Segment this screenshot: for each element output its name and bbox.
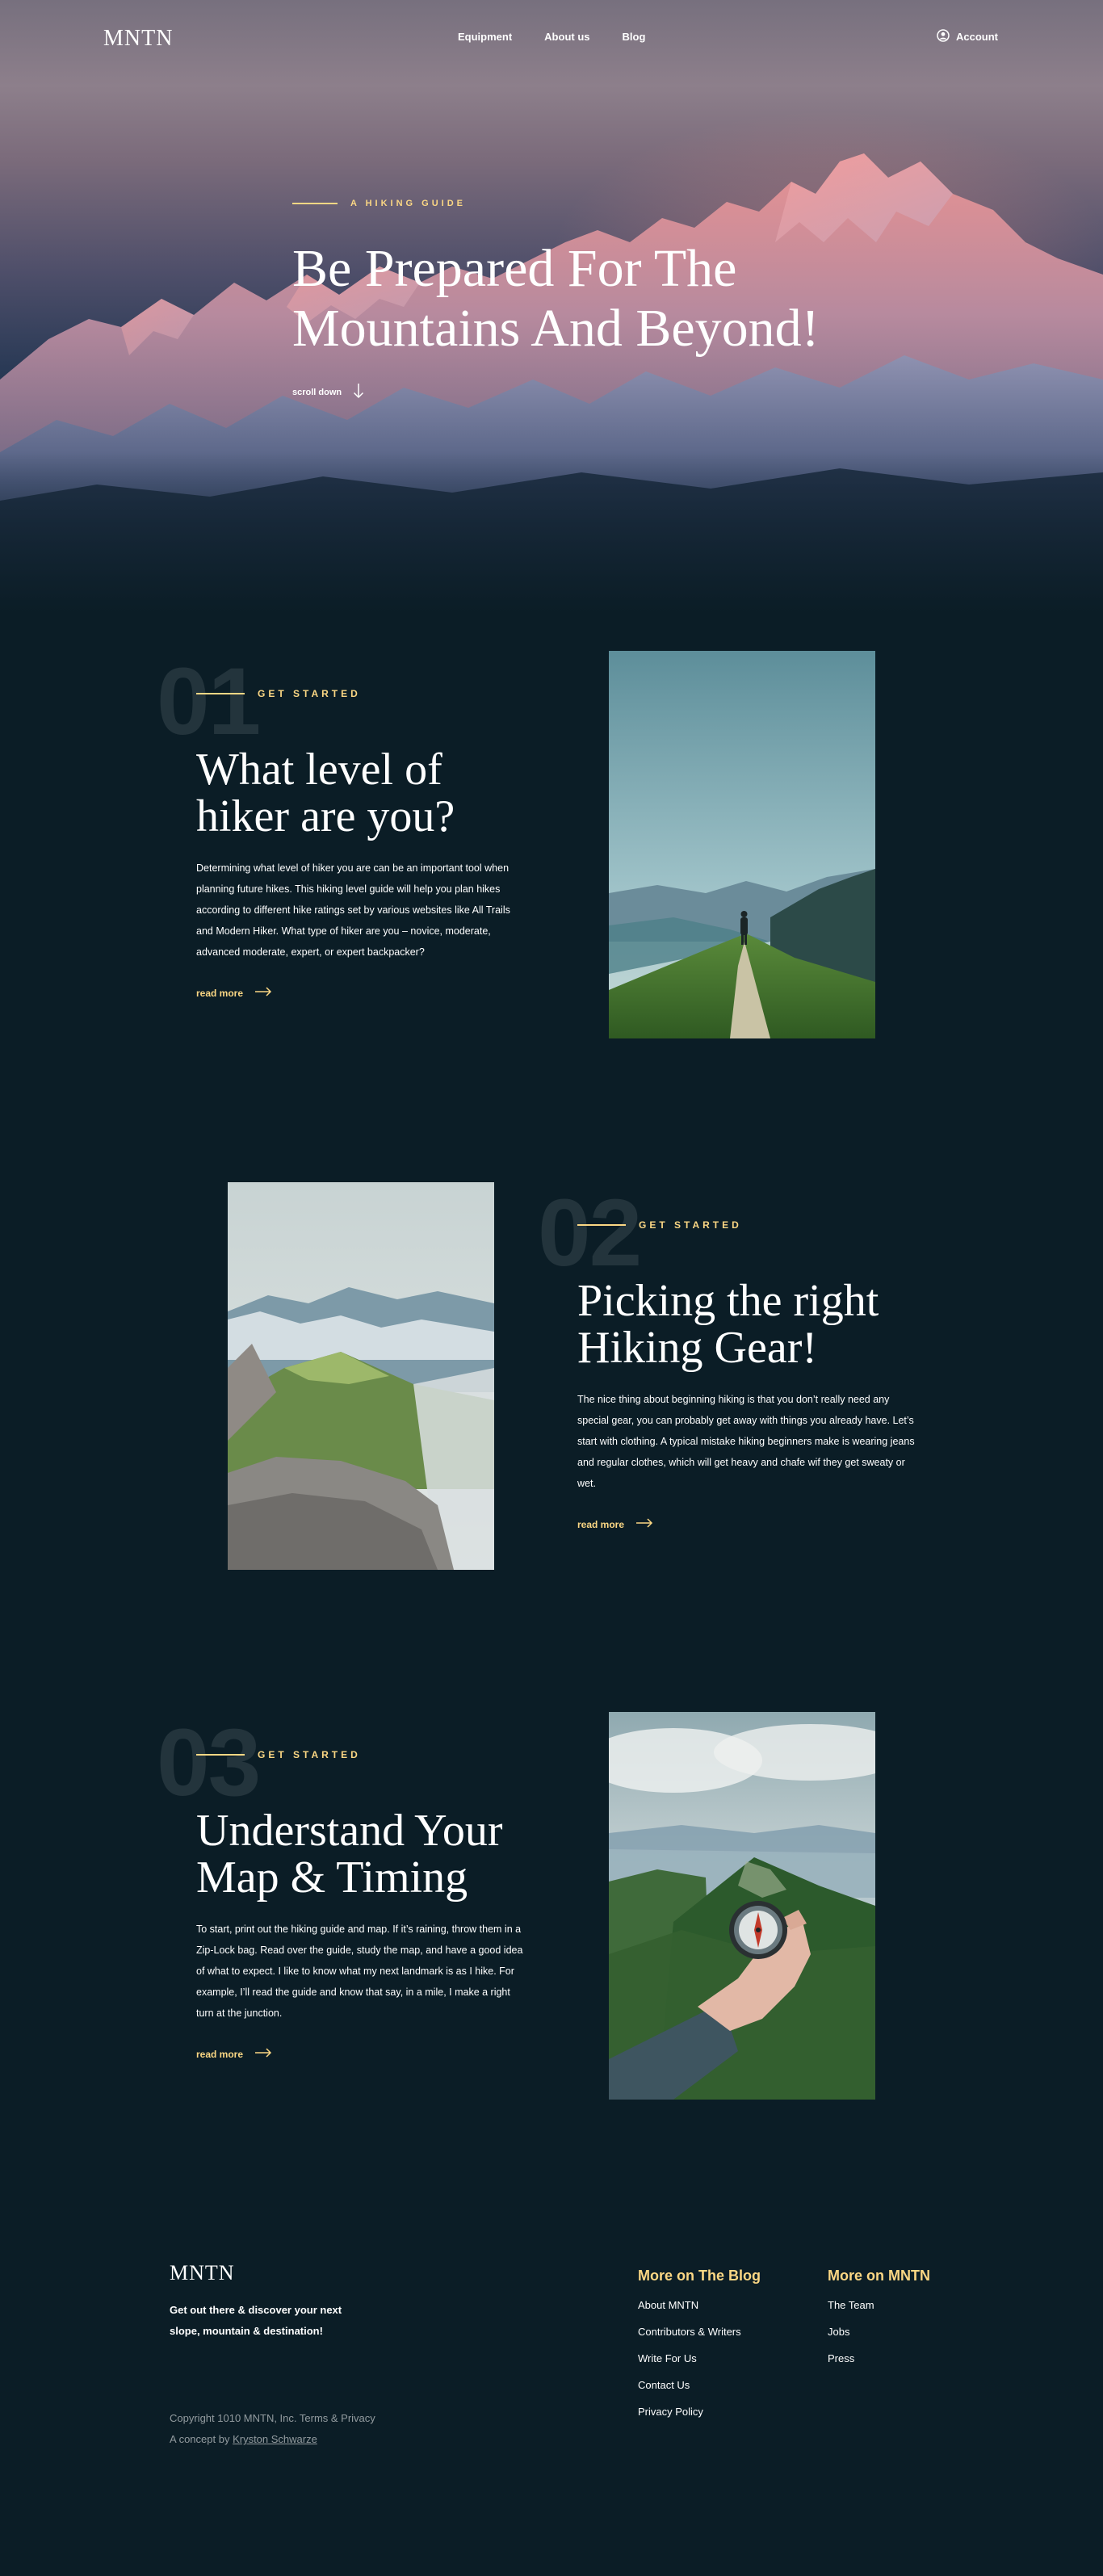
footer-link-press[interactable]: Press	[828, 2351, 930, 2367]
nav-link-blog[interactable]: Blog	[623, 31, 646, 43]
section-number: 03	[157, 1710, 261, 1816]
footer-column-title: More on The Blog	[638, 2268, 761, 2284]
footer-link-the-team[interactable]: The Team	[828, 2297, 930, 2314]
section-eyebrow-text: GET STARTED	[258, 688, 361, 699]
footer-link-privacy-policy[interactable]: Privacy Policy	[638, 2404, 761, 2420]
hiker-on-trail-photo	[609, 651, 875, 1038]
hero-eyebrow: A HIKING GUIDE	[292, 199, 874, 208]
section-eyebrow: GET STARTED	[196, 1749, 361, 1760]
arrow-right-icon	[254, 2048, 272, 2060]
concept-credit: A concept by Kryston Schwarze	[170, 2429, 375, 2450]
hero-content: A HIKING GUIDE Be Prepared For The Mount…	[292, 199, 874, 401]
section-body: Determining what level of hiker you are …	[196, 862, 510, 958]
account-label: Account	[956, 31, 998, 43]
compass-in-hand-photo	[609, 1712, 875, 2100]
hero-eyebrow-text: A HIKING GUIDE	[350, 199, 466, 208]
read-more-link[interactable]: read more	[196, 987, 272, 999]
section-number: 02	[538, 1180, 642, 1286]
footer-tagline: Get out there & discover your next slope…	[170, 2304, 342, 2337]
section-eyebrow: GET STARTED	[196, 688, 361, 699]
section-map-timing: 03 GET STARTED Understand Your Map & Tim…	[0, 1707, 1103, 2111]
footer-link-write-for-us[interactable]: Write For Us	[638, 2351, 761, 2367]
account-button[interactable]: Account	[937, 29, 998, 44]
footer-logo[interactable]: MNTN	[170, 2261, 235, 2285]
section-body: The nice thing about beginning hiking is…	[577, 1394, 915, 1489]
section-number: 01	[157, 648, 261, 755]
logo[interactable]: MNTN	[103, 26, 173, 52]
footer-link-contributors[interactable]: Contributors & Writers	[638, 2324, 761, 2340]
footer-link-contact-us[interactable]: Contact Us	[638, 2377, 761, 2393]
read-more-link[interactable]: read more	[196, 2048, 272, 2060]
footer-copyright: Copyright 1010 MNTN, Inc. Terms & Privac…	[170, 2408, 375, 2450]
arrow-right-icon	[635, 1518, 653, 1530]
footer-link-about-mntn[interactable]: About MNTN	[638, 2297, 761, 2314]
concept-prefix: A concept by	[170, 2433, 233, 2445]
nav-link-equipment[interactable]: Equipment	[458, 31, 512, 43]
scroll-down-label: scroll down	[292, 387, 342, 397]
nav-link-about-us[interactable]: About us	[544, 31, 589, 43]
top-navigation: MNTN Equipment About us Blog Account	[0, 0, 1103, 74]
hero-fade	[0, 452, 1103, 614]
section-eyebrow: GET STARTED	[577, 1219, 742, 1231]
arrow-right-icon	[254, 987, 272, 999]
section-title: What level of hiker are you?	[196, 745, 455, 841]
footer-column-mntn: More on MNTN The Team Jobs Press	[828, 2268, 930, 2377]
footer-column-title: More on MNTN	[828, 2268, 930, 2284]
section-eyebrow-text: GET STARTED	[258, 1749, 361, 1760]
copyright-text: Copyright 1010 MNTN, Inc. Terms & Privac…	[170, 2412, 375, 2424]
mountain-cliff-photo	[228, 1182, 494, 1570]
scroll-down-button[interactable]: scroll down	[292, 383, 874, 401]
section-eyebrow-text: GET STARTED	[639, 1219, 742, 1231]
footer-column-blog: More on The Blog About MNTN Contributors…	[638, 2268, 761, 2431]
concept-author-link[interactable]: Kryston Schwarze	[233, 2433, 317, 2445]
hero-title: Be Prepared For The Mountains And Beyond…	[292, 239, 820, 358]
footer-link-jobs[interactable]: Jobs	[828, 2324, 930, 2340]
section-body: To start, print out the hiking guide and…	[196, 1924, 523, 2019]
eyebrow-line	[196, 1754, 245, 1756]
read-more-label: read more	[196, 2048, 244, 2060]
read-more-label: read more	[196, 987, 244, 999]
eyebrow-line	[577, 1224, 626, 1226]
arrow-down-icon	[353, 383, 364, 401]
section-hiking-gear: 02 GET STARTED Picking the right Hiking …	[0, 1177, 1103, 1581]
section-hiker-level: 01 GET STARTED What level of hiker are y…	[0, 646, 1103, 1050]
read-more-link[interactable]: read more	[577, 1518, 653, 1530]
eyebrow-line	[196, 693, 245, 694]
read-more-label: read more	[577, 1518, 625, 1530]
nav-links: Equipment About us Blog	[458, 31, 645, 43]
account-icon	[937, 29, 950, 44]
eyebrow-line	[292, 203, 338, 204]
section-title: Picking the right Hiking Gear!	[577, 1276, 879, 1373]
section-title: Understand Your Map & Timing	[196, 1806, 503, 1903]
